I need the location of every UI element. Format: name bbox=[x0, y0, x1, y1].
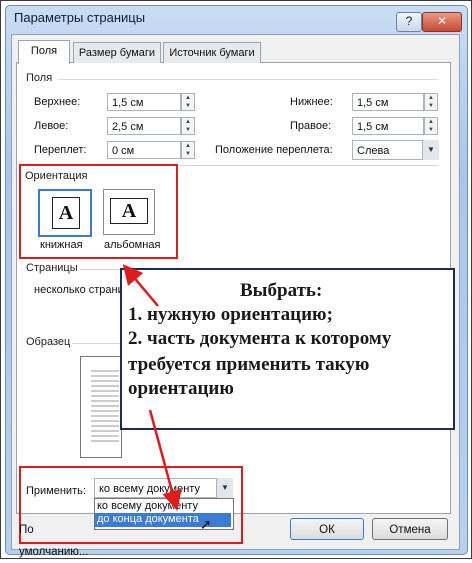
mouse-cursor-icon: ➚ bbox=[200, 516, 212, 532]
annotation-arrows bbox=[122, 264, 182, 511]
arrow-to-apply bbox=[148, 409, 182, 511]
arrow-to-orientation bbox=[122, 264, 159, 307]
